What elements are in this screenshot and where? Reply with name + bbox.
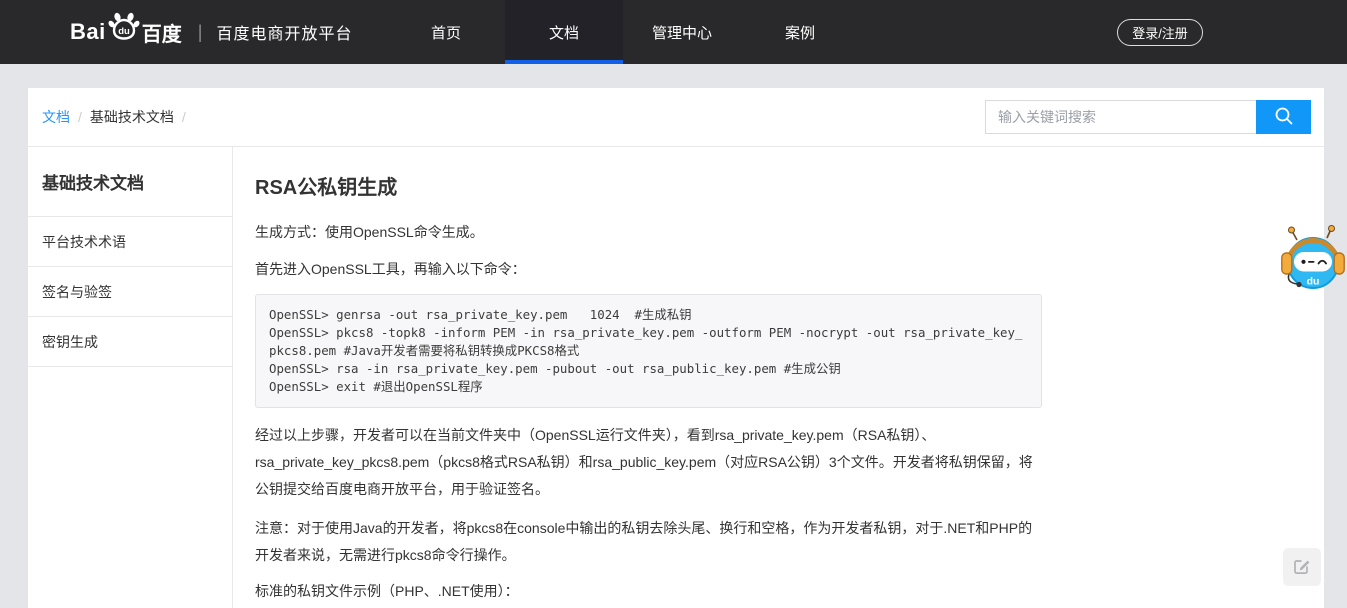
breadcrumb-row: 文档 / 基础技术文档 /	[28, 88, 1324, 147]
feedback-edit-button[interactable]	[1283, 548, 1321, 586]
nav-tab-docs[interactable]: 文档	[505, 0, 623, 64]
baidu-paw-icon: du	[107, 8, 141, 47]
sidebar-item-platform-terms[interactable]: 平台技术术语	[28, 217, 232, 267]
edit-compose-icon	[1292, 556, 1312, 579]
login-register-button[interactable]: 登录/注册	[1117, 19, 1203, 46]
breadcrumb-current: 基础技术文档	[90, 107, 174, 127]
breadcrumb-separator: /	[78, 109, 82, 125]
logo-product-name: 百度电商开放平台	[216, 20, 352, 44]
code-block-openssl-commands: OpenSSL> genrsa -out rsa_private_key.pem…	[255, 294, 1042, 408]
doc-search	[985, 100, 1311, 134]
breadcrumb: 文档 / 基础技术文档 /	[42, 107, 186, 127]
svg-text:du: du	[118, 26, 130, 37]
sidebar-item-key-generation[interactable]: 密钥生成	[28, 317, 232, 367]
search-icon	[1273, 105, 1295, 130]
logo-text-bai: Bai	[70, 19, 106, 45]
doc-article: RSA公私钥生成 生成方式：使用OpenSSL命令生成。 首先进入OpenSSL…	[255, 175, 1042, 608]
breadcrumb-docs-link[interactable]: 文档	[42, 107, 70, 127]
content-card: 文档 / 基础技术文档 / 基础技术文档 平台技术术语 签名与验签 密钥生成	[28, 88, 1324, 608]
nav-tab-home[interactable]: 首页	[387, 0, 505, 64]
nav-tab-cases[interactable]: 案例	[741, 0, 859, 64]
paragraph-steps-result: 经过以上步骤，开发者可以在当前文件夹中（OpenSSL运行文件夹），看到rsa_…	[255, 422, 1042, 503]
search-input[interactable]	[985, 100, 1256, 134]
docs-sidebar: 基础技术文档 平台技术术语 签名与验签 密钥生成	[28, 147, 233, 608]
logo-text-baidu-cn: 百度	[142, 18, 182, 47]
sidebar-item-sign-verify[interactable]: 签名与验签	[28, 267, 232, 317]
mascot-du-label: du	[1307, 276, 1320, 288]
nav-tab-console[interactable]: 管理中心	[623, 0, 741, 64]
paragraph-openssl-intro: 首先进入OpenSSL工具，再输入以下命令：	[255, 259, 1042, 279]
paragraph-key-example-label: 标准的私钥文件示例（PHP、.NET使用）：	[255, 581, 1042, 601]
logo-divider: |	[198, 22, 203, 43]
paragraph-java-note: 注意：对于使用Java的开发者，将pkcs8在console中输出的私钥去除头尾…	[255, 515, 1042, 569]
top-navbar: Bai du 百度 | 百度电商开放平台 首页 文档 管理中心 案例 登录/注册	[0, 0, 1347, 64]
du-robot-mascot[interactable]: du	[1281, 225, 1345, 291]
main-nav: 首页 文档 管理中心 案例	[387, 0, 859, 64]
breadcrumb-separator: /	[182, 109, 186, 125]
page-body: 基础技术文档 平台技术术语 签名与验签 密钥生成 RSA公私钥生成 生成方式：使…	[28, 147, 1324, 608]
search-button[interactable]	[1256, 100, 1311, 134]
paragraph-generation-method: 生成方式：使用OpenSSL命令生成。	[255, 222, 1042, 242]
baidu-logo[interactable]: Bai du 百度 | 百度电商开放平台	[70, 18, 352, 47]
sidebar-title: 基础技术文档	[28, 147, 232, 217]
page-title: RSA公私钥生成	[255, 175, 1042, 201]
doc-content: RSA公私钥生成 生成方式：使用OpenSSL命令生成。 首先进入OpenSSL…	[233, 147, 1324, 608]
